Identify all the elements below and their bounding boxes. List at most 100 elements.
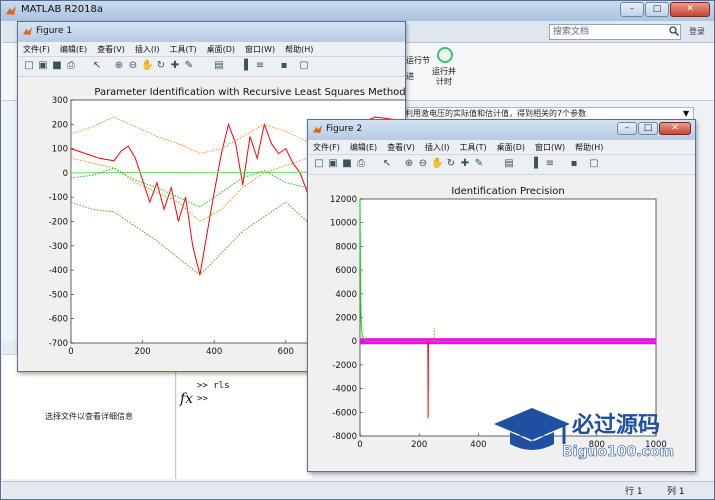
series-line [427, 341, 429, 419]
figure-menu-item[interactable]: 桌面(D) [202, 42, 240, 57]
brush-icon[interactable]: ✎ [473, 158, 485, 170]
matlab-logo-icon [6, 6, 16, 15]
new-figure-icon[interactable]: □ [313, 158, 325, 170]
figure-1-title-bar: Figure 1 [18, 22, 405, 42]
main-title-bar: MATLAB R2018a [1, 1, 714, 21]
rotate-3d-icon[interactable]: ↻ [155, 60, 167, 72]
hide-tools-icon[interactable]: ▪ [278, 60, 290, 72]
pan-hand-icon[interactable]: ✋ [141, 60, 153, 72]
link-plot-icon[interactable]: ▤ [213, 60, 225, 72]
y-tick-label: 0 [63, 169, 68, 179]
link-plot-icon[interactable]: ▤ [503, 158, 515, 170]
figure-menu-item[interactable]: 编辑(E) [345, 140, 382, 155]
x-tick-label: 400 [470, 440, 486, 450]
x-tick-label: 200 [411, 440, 427, 450]
print-icon[interactable]: ⎙ [355, 158, 367, 170]
graduation-cap-icon [494, 408, 570, 450]
open-file-icon[interactable]: ▣ [327, 158, 339, 170]
run-section-label[interactable]: 运行节 [406, 55, 430, 66]
minimize-button[interactable]: – [620, 2, 644, 17]
zoom-out-icon[interactable]: ⊖ [127, 60, 139, 72]
run-and-time-label-2: 计时 [436, 77, 452, 86]
sign-in-link[interactable]: 登录 [689, 26, 705, 37]
row-label: 行 [625, 487, 635, 497]
print-icon[interactable]: ⎙ [65, 60, 77, 72]
save-icon[interactable]: ■ [341, 158, 353, 170]
search-documentation-input[interactable]: 搜索文档 [549, 24, 681, 40]
x-tick-label: 0 [68, 347, 73, 357]
select-arrow-icon[interactable]: ↖ [381, 158, 393, 170]
show-tools-icon[interactable]: ▢ [588, 158, 600, 170]
chart-title: Identification Precision [451, 186, 564, 197]
run-and-time-button[interactable]: 运行并 计时 [429, 47, 459, 87]
new-figure-icon[interactable]: □ [23, 60, 35, 72]
status-row-indicator: 行 1 [625, 484, 643, 497]
figure-1-toolbar: □ ▣ ■ ⎙ ↖ ⊕ ⊖ ✋ ↻ ✚ ✎ ▤ ▐ ≡ ▪ ▢ [18, 57, 405, 77]
insert-legend-icon[interactable]: ≡ [544, 158, 556, 170]
open-file-icon[interactable]: ▣ [37, 60, 49, 72]
y-tick-label: -6000 [332, 408, 357, 418]
minimize-button[interactable]: – [617, 122, 637, 135]
figure-menu-item[interactable]: 插入(I) [130, 42, 165, 57]
insert-colorbar-icon[interactable]: ▐ [528, 158, 540, 170]
zoom-out-icon[interactable]: ⊖ [417, 158, 429, 170]
maximize-button[interactable]: □ [638, 122, 658, 135]
maximize-button[interactable]: □ [645, 2, 669, 17]
run-and-time-label-1: 运行并 [432, 67, 456, 76]
save-icon[interactable]: ■ [51, 60, 63, 72]
y-tick-label: 6000 [335, 266, 357, 276]
pan-hand-icon[interactable]: ✋ [431, 158, 443, 170]
insert-legend-icon[interactable]: ≡ [254, 60, 266, 72]
figure-menu-item[interactable]: 窗口(W) [240, 42, 280, 57]
status-col-indicator: 列 1 [667, 484, 685, 497]
figure-menu-item[interactable]: 帮助(H) [280, 42, 318, 57]
figure-menu-item[interactable]: 编辑(E) [55, 42, 92, 57]
y-tick-label: -100 [49, 193, 68, 203]
search-icon[interactable] [669, 26, 679, 36]
y-tick-label: 4000 [335, 290, 357, 300]
figure-2-window-controls: – □ ✕ [616, 122, 691, 136]
hide-tools-icon[interactable]: ▪ [568, 158, 580, 170]
zoom-in-icon[interactable]: ⊕ [113, 60, 125, 72]
y-tick-label: 0 [352, 337, 357, 347]
command-prompt[interactable]: >> [197, 394, 208, 404]
dropdown-arrow-icon[interactable]: ▼ [683, 109, 689, 118]
rotate-3d-icon[interactable]: ↻ [445, 158, 457, 170]
y-tick-label: 10000 [330, 219, 357, 229]
insert-colorbar-icon[interactable]: ▐ [238, 60, 250, 72]
figure-menu-item[interactable]: 帮助(H) [570, 140, 608, 155]
zoom-in-icon[interactable]: ⊕ [403, 158, 415, 170]
y-tick-label: 8000 [335, 242, 357, 252]
figure-menu-item[interactable]: 文件(F) [18, 42, 55, 57]
y-tick-label: 300 [52, 96, 68, 106]
figure-menu-item[interactable]: 查看(V) [92, 42, 130, 57]
figure-menu-item[interactable]: 文件(F) [308, 140, 345, 155]
function-browser-icon[interactable]: fx [180, 391, 193, 407]
y-tick-label: -4000 [332, 385, 357, 395]
figure-icon [312, 124, 323, 134]
main-window-title: MATLAB R2018a [21, 4, 104, 15]
y-tick-label: -700 [49, 339, 68, 349]
run-advance-label[interactable]: 进 [406, 71, 414, 82]
row-value: 1 [636, 487, 643, 497]
data-cursor-icon[interactable]: ✚ [459, 158, 471, 170]
close-button[interactable]: ✕ [670, 2, 710, 17]
figure-1-title: Figure 1 [36, 26, 73, 36]
close-button[interactable]: ✕ [659, 122, 691, 135]
y-tick-label: -400 [49, 266, 68, 276]
figure-menu-item[interactable]: 窗口(W) [530, 140, 570, 155]
figure-menu-item[interactable]: 查看(V) [382, 140, 420, 155]
main-window-controls: – □ ✕ [619, 2, 710, 19]
brush-icon[interactable]: ✎ [183, 60, 195, 72]
watermark-url: Biguo100.com [562, 444, 674, 460]
figure-menu-item[interactable]: 工具(T) [164, 42, 201, 57]
figure-menu-item[interactable]: 插入(I) [420, 140, 455, 155]
select-arrow-icon[interactable]: ↖ [91, 60, 103, 72]
data-cursor-icon[interactable]: ✚ [169, 60, 181, 72]
y-tick-label: -300 [49, 242, 68, 252]
figure-menu-item[interactable]: 桌面(D) [492, 140, 530, 155]
col-label: 列 [667, 487, 677, 497]
show-tools-icon[interactable]: ▢ [298, 60, 310, 72]
figure-2-title: Figure 2 [326, 124, 363, 134]
figure-menu-item[interactable]: 工具(T) [454, 140, 491, 155]
